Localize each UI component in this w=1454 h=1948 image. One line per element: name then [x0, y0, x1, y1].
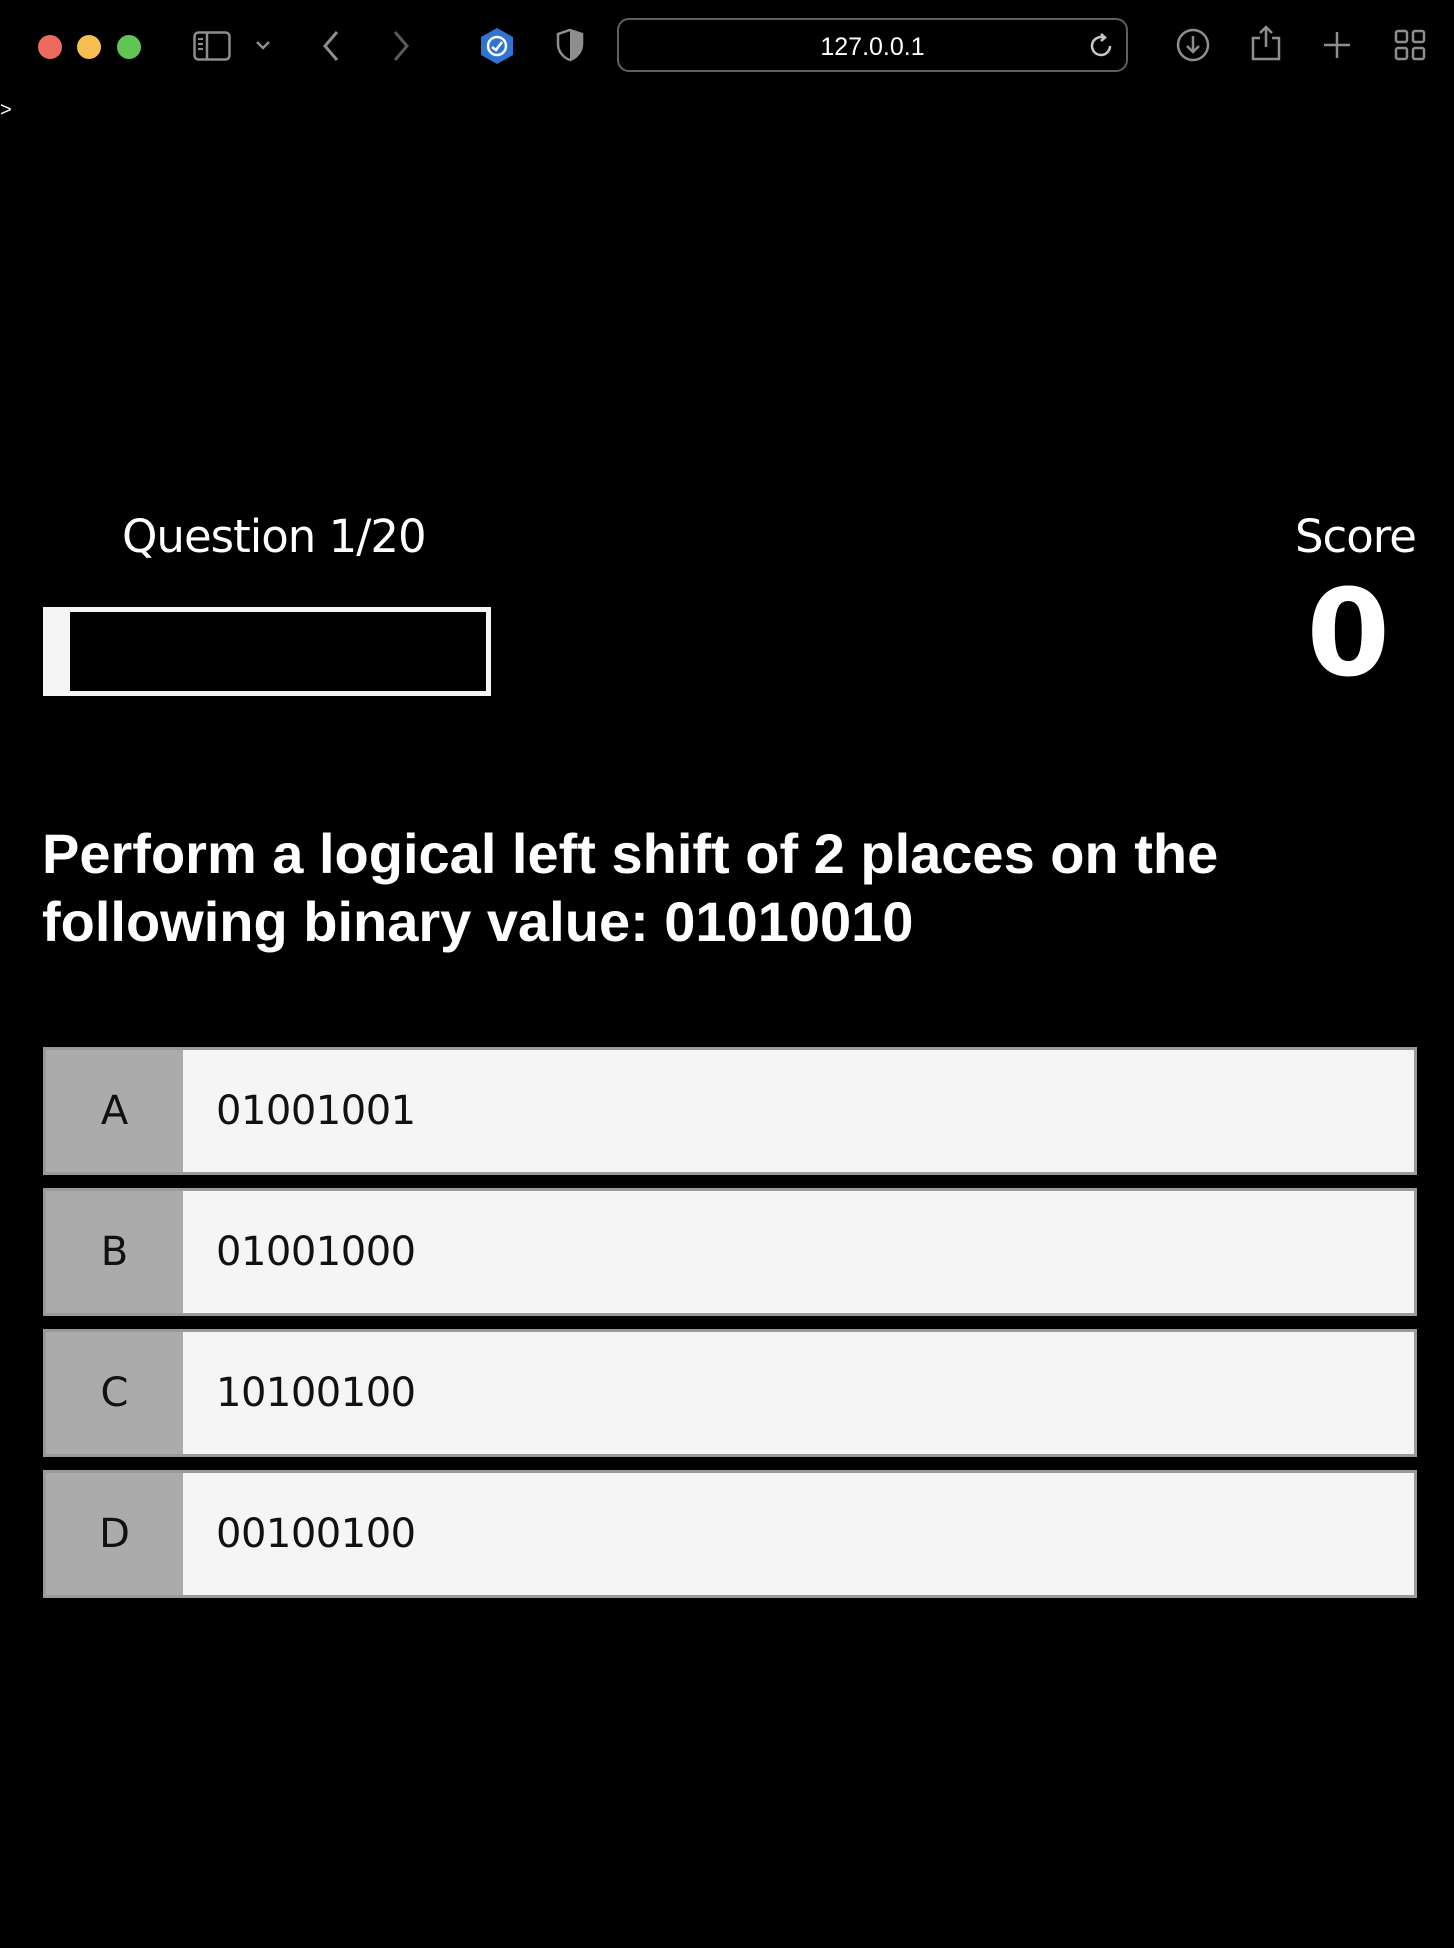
download-icon[interactable]	[1175, 27, 1211, 63]
zoom-window-button[interactable]	[117, 35, 141, 59]
browser-toolbar: 127.0.0.1	[0, 0, 1454, 92]
answer-letter: A	[46, 1050, 183, 1172]
share-icon[interactable]	[1250, 24, 1282, 62]
back-icon[interactable]	[320, 29, 342, 63]
progress-bar	[43, 607, 491, 696]
question-text: Perform a logical left shift of 2 places…	[42, 822, 1219, 953]
new-tab-icon[interactable]	[1322, 30, 1352, 60]
answer-list: A 01001001 B 01001000 C 10100100 D 00100…	[43, 1047, 1417, 1611]
answer-text: 10100100	[216, 1370, 416, 1416]
forward-icon[interactable]	[390, 29, 412, 63]
answer-letter: C	[46, 1332, 183, 1454]
corner-glyph: >	[0, 99, 12, 121]
answer-text: 00100100	[216, 1511, 416, 1557]
chevron-down-icon[interactable]	[255, 39, 271, 51]
answer-option-c[interactable]: C 10100100	[43, 1329, 1417, 1457]
answer-option-b[interactable]: B 01001000	[43, 1188, 1417, 1316]
progress-bar-fill	[48, 612, 70, 691]
url-text: 127.0.0.1	[820, 33, 925, 61]
score-label: Score	[1294, 510, 1417, 563]
shield-extension-icon[interactable]	[477, 26, 517, 66]
answer-option-d[interactable]: D 00100100	[43, 1470, 1417, 1598]
score-value: 0	[1306, 565, 1391, 704]
answer-option-a[interactable]: A 01001001	[43, 1047, 1417, 1175]
tab-overview-icon[interactable]	[1394, 29, 1426, 61]
reload-icon[interactable]	[1086, 31, 1116, 66]
minimize-window-button[interactable]	[77, 35, 101, 59]
address-bar[interactable]: 127.0.0.1	[617, 18, 1128, 72]
privacy-shield-icon[interactable]	[556, 28, 584, 62]
answer-letter: D	[46, 1473, 183, 1595]
sidebar-icon[interactable]	[193, 31, 231, 61]
answer-text: 01001000	[216, 1229, 416, 1275]
question-counter: Question 1/20	[122, 510, 427, 563]
answer-letter: B	[46, 1191, 183, 1313]
answer-text: 01001001	[216, 1088, 416, 1134]
close-window-button[interactable]	[38, 35, 62, 59]
